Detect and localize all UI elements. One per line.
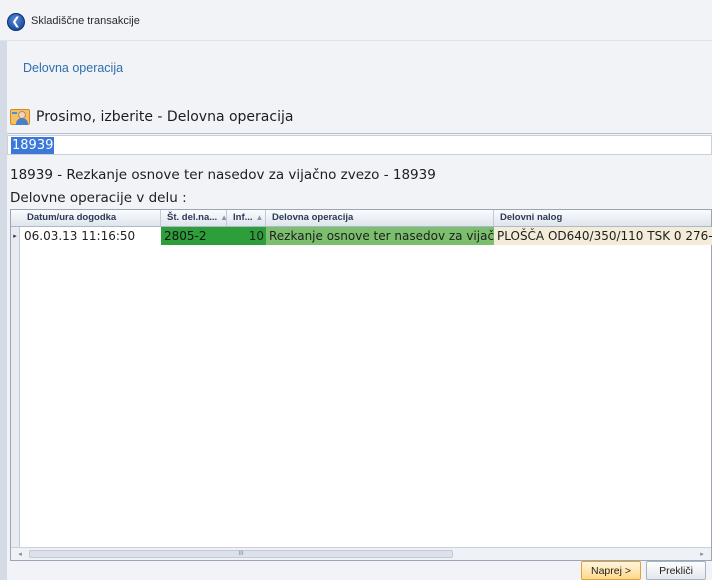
cell-st-del[interactable]: 2805-2 xyxy=(161,227,227,245)
column-header-label: Delovna operacija xyxy=(272,212,354,223)
scroll-right-icon[interactable]: ▸ xyxy=(695,548,709,560)
cell-order[interactable]: PLOŠČA OD640/350/110 TSK 0 276-... xyxy=(494,227,712,245)
application-window: ❮ Skladiščne transakcije Delovna operaci… xyxy=(0,0,712,580)
operations-grid[interactable]: Datum/ura dogodka Št. del.na...▲ Inf...▲… xyxy=(10,209,712,561)
next-button[interactable]: Naprej > xyxy=(581,561,641,580)
table-row[interactable]: ▸ 06.03.13 11:16:50 2805-2 10 Rezkanje o… xyxy=(11,227,712,245)
sort-asc-icon: ▲ xyxy=(255,213,264,222)
column-header-operation[interactable]: Delovna operacija xyxy=(266,210,494,226)
main-content: Delovna operacija Prosimo, izberite - De… xyxy=(7,41,712,580)
window-title: Skladiščne transakcije xyxy=(31,15,140,27)
horizontal-scrollbar[interactable]: ◂ III ▸ xyxy=(11,547,711,560)
column-header-label: Datum/ura dogodka xyxy=(27,212,117,223)
column-header-st-del[interactable]: Št. del.na...▲ xyxy=(161,210,227,226)
cell-operation[interactable]: Rezkanje osnove ter nasedov za vijač... xyxy=(266,227,494,245)
section-label: Delovne operacije v delu : xyxy=(10,190,187,206)
scroll-left-icon[interactable]: ◂ xyxy=(13,548,27,560)
column-header-order[interactable]: Delovni nalog xyxy=(494,210,712,226)
divider xyxy=(7,133,712,134)
user-card-icon xyxy=(10,107,32,127)
sort-asc-icon: ▲ xyxy=(220,213,226,222)
column-header-date[interactable]: Datum/ura dogodka xyxy=(21,210,161,226)
prompt-text: Prosimo, izberite - Delovna operacija xyxy=(36,109,294,125)
column-header-label: Inf... xyxy=(233,212,253,223)
search-input-value[interactable]: 18939 xyxy=(11,136,55,154)
prompt-header: Prosimo, izberite - Delovna operacija xyxy=(10,103,293,131)
column-header-label: Št. del.na... xyxy=(167,212,218,223)
scroll-grip: III xyxy=(238,550,244,557)
row-indicator-column xyxy=(11,210,20,560)
search-input[interactable]: 18939 xyxy=(7,135,712,155)
cell-date[interactable]: 06.03.13 11:16:50 xyxy=(21,227,160,245)
cell-inf[interactable]: 10 xyxy=(227,227,266,245)
title-bar: ❮ Skladiščne transakcije xyxy=(0,0,712,41)
grid-header: Datum/ura dogodka Št. del.na...▲ Inf...▲… xyxy=(11,210,711,227)
column-header-label: Delovni nalog xyxy=(500,212,563,223)
row-pointer-icon: ▸ xyxy=(11,227,20,245)
cancel-button[interactable]: Prekliči xyxy=(646,561,706,580)
column-header-inf[interactable]: Inf... ▲ xyxy=(227,210,266,226)
scroll-thumb[interactable]: III xyxy=(29,550,453,558)
breadcrumb[interactable]: Delovna operacija xyxy=(23,61,123,75)
back-arrow-icon[interactable]: ❮ xyxy=(7,13,25,31)
selection-info: 18939 - Rezkanje osnove ter nasedov za v… xyxy=(10,167,436,183)
